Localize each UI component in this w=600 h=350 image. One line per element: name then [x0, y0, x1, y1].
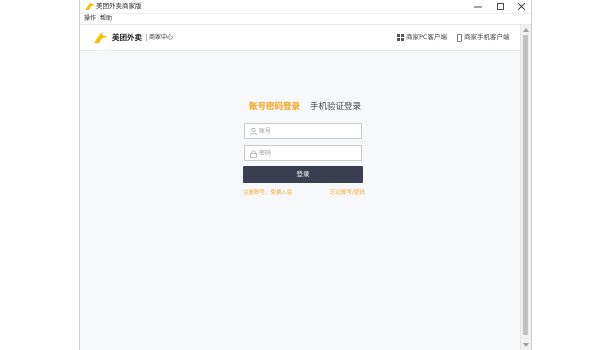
- user-icon: [250, 128, 257, 135]
- minimize-icon: [474, 6, 482, 7]
- window-title: 美团外卖商家版: [96, 2, 142, 10]
- menu-item-operate[interactable]: 操作: [84, 14, 96, 24]
- main-content: 美团外卖 商家中心 商家PC客户端 商家手机客户端 账号密码登录 手机验证登录: [80, 25, 523, 350]
- brand-name: 美团外卖: [112, 33, 142, 42]
- scroll-thumb[interactable]: [523, 35, 528, 335]
- header-divider: [146, 34, 147, 41]
- account-field[interactable]: [244, 123, 362, 139]
- app-window: 美团外卖商家版 操作 帮助 美团外卖 商家中心 商家PC客户端 商家手机客户端 …: [79, 0, 532, 350]
- tab-sms-login[interactable]: 手机验证登录: [310, 101, 361, 113]
- menu-bar: 操作 帮助: [80, 14, 531, 25]
- pc-client-link[interactable]: 商家PC客户端: [397, 33, 447, 42]
- close-button[interactable]: [510, 0, 532, 13]
- phone-icon: [457, 33, 462, 42]
- maximize-icon: [496, 3, 504, 10]
- title-bar: 美团外卖商家版: [80, 0, 531, 14]
- close-icon: [517, 3, 525, 10]
- windows-icon: [397, 34, 404, 41]
- password-input[interactable]: [259, 147, 357, 159]
- maximize-button[interactable]: [489, 0, 511, 13]
- vertical-scrollbar[interactable]: [520, 25, 531, 350]
- scroll-up-icon[interactable]: [523, 28, 529, 32]
- password-field[interactable]: [244, 145, 362, 161]
- minimize-button[interactable]: [467, 0, 489, 13]
- kangaroo-logo: [94, 32, 108, 43]
- scroll-down-icon[interactable]: [523, 343, 529, 347]
- menu-item-help[interactable]: 帮助: [100, 14, 112, 24]
- register-link[interactable]: 注册账号、免费入驻: [243, 189, 293, 197]
- forgot-password-link[interactable]: 忘记账号/密码: [330, 189, 365, 197]
- pc-client-label: 商家PC客户端: [406, 33, 447, 41]
- account-input[interactable]: [259, 125, 357, 137]
- tab-password-login[interactable]: 账号密码登录: [249, 101, 300, 113]
- lock-icon: [250, 150, 257, 158]
- mobile-client-label: 商家手机客户端: [464, 33, 510, 41]
- mobile-client-link[interactable]: 商家手机客户端: [457, 33, 510, 42]
- page-header: 美团外卖 商家中心 商家PC客户端 商家手机客户端: [80, 25, 523, 51]
- app-icon: [85, 3, 95, 10]
- login-button[interactable]: 登录: [243, 166, 363, 183]
- brand-subtitle: 商家中心: [149, 34, 174, 41]
